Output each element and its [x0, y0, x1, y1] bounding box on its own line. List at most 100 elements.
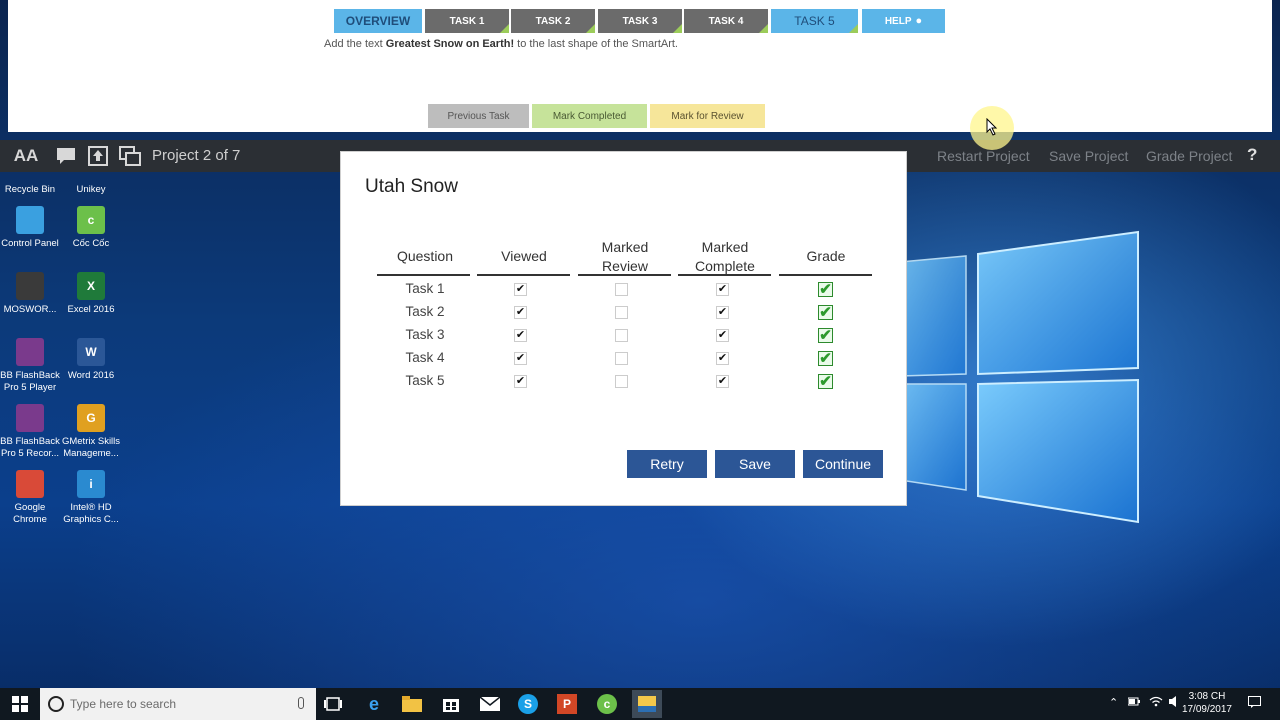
windows-logo-wallpaper [900, 230, 1139, 524]
desktop-icon[interactable]: c Cốc Cốc [61, 206, 121, 250]
tab-task-3[interactable]: TASK 3 [598, 9, 682, 33]
mos-word-icon [16, 272, 44, 300]
desktop-icon[interactable]: Control Panel [0, 206, 60, 250]
tab-task-4[interactable]: TASK 4 [684, 9, 768, 33]
restart-project-link[interactable]: Restart Project [937, 148, 1030, 164]
volume-icon[interactable] [1169, 696, 1181, 710]
clock-time: 3:08 CH [1188, 691, 1226, 702]
taskbar: Type here to search e S P c ⌃ 3:08 CH 17… [0, 688, 1280, 720]
tab-label: TASK 2 [535, 15, 571, 27]
tab-task-5[interactable]: TASK 5 [771, 9, 858, 33]
action-center-icon[interactable] [1248, 696, 1261, 711]
grade-check-icon: ✔ [818, 373, 833, 390]
desktop-icon[interactable]: i Intel® HD Graphics C... [61, 470, 121, 526]
grade-check-icon: ✔ [818, 327, 833, 344]
desktop-icon[interactable]: MOSWOR... [0, 272, 60, 316]
review-checkbox [615, 283, 628, 296]
save-project-link[interactable]: Save Project [1049, 148, 1128, 164]
window-icon[interactable] [118, 144, 142, 168]
word-icon: W [77, 338, 105, 366]
grade-check-icon: ✔ [818, 304, 833, 321]
desktop-icon-label: Cốc Cốc [72, 238, 110, 249]
edge-icon[interactable]: e [362, 692, 386, 716]
row-question: Task 5 [405, 373, 445, 388]
complete-checkbox: ✔ [716, 283, 729, 296]
previous-task-button[interactable]: Previous Task [428, 104, 529, 128]
task-view-icon[interactable] [321, 692, 345, 716]
file-explorer-icon[interactable] [400, 692, 424, 716]
header-question: Question [396, 248, 454, 264]
tab-task-2[interactable]: TASK 2 [511, 9, 595, 33]
save-button[interactable]: Save [715, 450, 795, 478]
viewed-checkbox: ✔ [514, 306, 527, 319]
viewed-checkbox: ✔ [514, 375, 527, 388]
coccoc-icon: c [77, 206, 105, 234]
desktop-icon[interactable]: BB FlashBack Pro 5 Recor... [0, 404, 60, 460]
header-divider [477, 274, 570, 276]
desktop-icon[interactable]: X Excel 2016 [61, 272, 121, 316]
row-question: Task 4 [405, 350, 445, 365]
taskbar-clock[interactable]: 3:08 CH 17/09/2017 [1182, 690, 1232, 716]
instruction-emphasis: Greatest Snow on Earth! [385, 38, 515, 50]
row-question: Task 3 [405, 327, 445, 342]
row-question: Task 1 [405, 281, 445, 296]
review-checkbox [615, 306, 628, 319]
powerpoint-icon[interactable]: P [557, 694, 577, 714]
desktop-icon-label: Excel 2016 [67, 304, 115, 315]
wifi-icon[interactable] [1149, 696, 1163, 710]
desktop-icon-label: Unikey [76, 184, 106, 195]
complete-checkbox: ✔ [716, 329, 729, 342]
grade-project-link[interactable]: Grade Project [1146, 148, 1232, 164]
tab-label: HELP [884, 15, 912, 27]
header-divider [377, 274, 470, 276]
tab-label: TASK 4 [708, 15, 744, 27]
tab-help[interactable]: HELP ● [862, 9, 945, 33]
desktop-icon-label: Word 2016 [67, 370, 115, 381]
font-size-icon[interactable]: AA [12, 144, 40, 168]
header-marked-review: Marked Review [601, 239, 649, 274]
help-question-icon[interactable]: ? [1247, 145, 1257, 165]
desktop-icon[interactable]: BB FlashBack Pro 5 Player [0, 338, 60, 394]
desktop-icon-label: Recycle Bin [4, 184, 56, 195]
desktop-icon[interactable]: G GMetrix Skills Manageme... [61, 404, 121, 460]
desktop-icon-label: Intel® HD Graphics C... [63, 502, 119, 525]
flashback-recorder-icon [16, 404, 44, 432]
desktop-icon[interactable]: Google Chrome [0, 470, 60, 526]
tab-task-1[interactable]: TASK 1 [425, 9, 509, 33]
completed-corner-icon [849, 24, 858, 33]
review-checkbox [615, 352, 628, 365]
gmetrix-taskbar-icon[interactable] [632, 690, 662, 718]
upload-icon[interactable] [86, 144, 110, 168]
desktop-icon-label: BB FlashBack Pro 5 Player [0, 370, 60, 393]
mark-for-review-button[interactable]: Mark for Review [650, 104, 765, 128]
retry-button[interactable]: Retry [627, 450, 707, 478]
coccoc-taskbar-icon[interactable]: c [597, 694, 617, 714]
tab-overview[interactable]: OVERVIEW [334, 9, 422, 33]
grade-check-icon: ✔ [818, 281, 833, 298]
control-panel-icon [16, 206, 44, 234]
taskbar-search-box[interactable]: Type here to search [40, 688, 316, 720]
complete-checkbox: ✔ [716, 375, 729, 388]
show-hidden-icons-chevron-icon[interactable]: ⌃ [1109, 696, 1118, 709]
tab-label: TASK 5 [794, 14, 835, 28]
desktop-icon[interactable]: W Word 2016 [61, 338, 121, 382]
complete-checkbox: ✔ [716, 306, 729, 319]
continue-button[interactable]: Continue [803, 450, 883, 478]
results-dialog: Utah Snow Question Viewed Marked Review … [340, 151, 907, 506]
battery-icon[interactable] [1127, 696, 1140, 709]
cortana-circle-icon [48, 696, 64, 712]
header-marked-complete: Marked Complete [695, 239, 755, 274]
mail-icon[interactable] [478, 692, 502, 716]
completed-corner-icon [586, 24, 595, 33]
skype-icon[interactable]: S [518, 694, 538, 714]
dialog-title: Utah Snow [365, 176, 458, 197]
viewed-checkbox: ✔ [514, 283, 527, 296]
mark-completed-button[interactable]: Mark Completed [532, 104, 647, 128]
comment-icon[interactable] [54, 144, 78, 168]
desktop-icon-label: GMetrix Skills Manageme... [61, 436, 121, 459]
store-icon[interactable] [439, 692, 463, 716]
gmetrix-icon: G [77, 404, 105, 432]
lightbulb-icon: ● [915, 15, 923, 27]
start-windows-icon[interactable] [8, 692, 32, 716]
task-instruction: Add the text Greatest Snow on Earth! to … [324, 38, 678, 50]
